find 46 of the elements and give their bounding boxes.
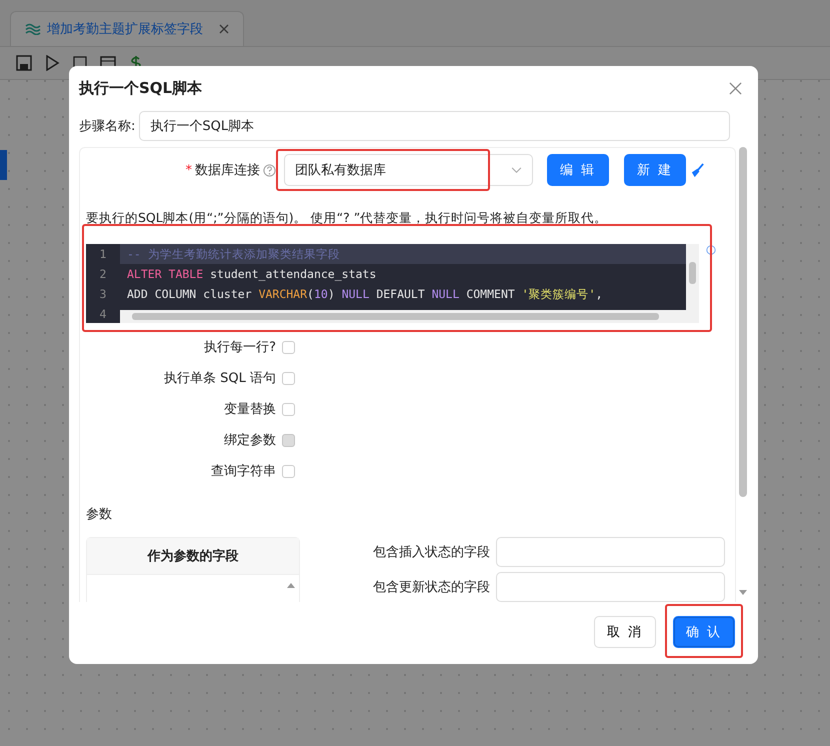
- scrollbar[interactable]: [120, 310, 699, 323]
- waves-icon: [25, 23, 41, 35]
- option-label: 变量替换: [223, 401, 276, 418]
- broom-icon[interactable]: [690, 162, 705, 178]
- scrollbar[interactable]: [686, 244, 699, 310]
- info-icon[interactable]: [706, 245, 716, 255]
- checkbox[interactable]: [282, 340, 295, 354]
- option-label: 查询字符串: [210, 463, 276, 480]
- close-icon[interactable]: [729, 82, 742, 94]
- section-label: 参数: [86, 506, 113, 523]
- required-mark: *: [186, 162, 192, 178]
- dialog-title: 执行一个SQL脚本: [79, 78, 202, 98]
- checkbox[interactable]: [282, 402, 295, 416]
- confirm-button[interactable]: 确 认: [673, 616, 735, 648]
- checkbox[interactable]: [282, 372, 295, 384]
- input-field[interactable]: [496, 572, 725, 602]
- field-label: 包含插入状态的字段: [372, 544, 490, 561]
- code-line: -- 为学生考勤统计表添加聚类结果字段: [126, 246, 340, 262]
- field-label: 步骤名称:: [79, 118, 136, 135]
- option-label: 执行单条 SQL 语句: [163, 370, 276, 387]
- database-select[interactable]: 团队私有数据库: [284, 154, 533, 186]
- action-button[interactable]: 新 建: [624, 154, 686, 186]
- tab-label: 增加考勤主题扩展标签字段: [47, 21, 203, 38]
- line-number: 1: [86, 244, 120, 264]
- scroll-down-icon[interactable]: [739, 590, 747, 596]
- code-editor[interactable]: 1 -- 为学生考勤统计表添加聚类结果字段 2 ALTER TABLE student_attendance_stats 3 ADD COLUMN cluster VARCHAR(10) NULL DEFAULT NULL COMMENT '聚类簇编号', 4: [86, 244, 699, 323]
- code-line: ALTER TABLE student_attendance_stats: [126, 267, 376, 281]
- cancel-button[interactable]: 取 消: [594, 616, 656, 648]
- play-icon[interactable]: [44, 55, 60, 71]
- selection-marker: [0, 150, 7, 180]
- field-label: 数据库连接: [195, 162, 260, 179]
- checkbox[interactable]: [282, 464, 295, 478]
- action-button[interactable]: 编 辑: [547, 154, 609, 186]
- save-icon[interactable]: [16, 55, 32, 71]
- code-line: ADD COLUMN cluster VARCHAR(10) NULL DEFAULT NULL COMMENT '聚类簇编号',: [126, 286, 603, 302]
- step-name-field[interactable]: 执行一个SQL脚本: [139, 111, 730, 141]
- help-icon[interactable]: [263, 164, 276, 176]
- column-header: 作为参数的字段: [87, 538, 299, 575]
- script-hint: 要执行的SQL脚本(用“;”分隔的语句)。 使用“? ”代替变量，执行时问号将被自变量所取代。: [86, 210, 608, 227]
- scroll-up-icon[interactable]: [287, 582, 295, 588]
- option-label: 执行每一行?: [203, 339, 276, 356]
- input-field[interactable]: [496, 537, 725, 567]
- field-label: 包含更新状态的字段: [372, 579, 490, 596]
- option-label: 绑定参数: [223, 432, 276, 449]
- caret-icon: [511, 166, 522, 174]
- close-icon[interactable]: [219, 24, 229, 34]
